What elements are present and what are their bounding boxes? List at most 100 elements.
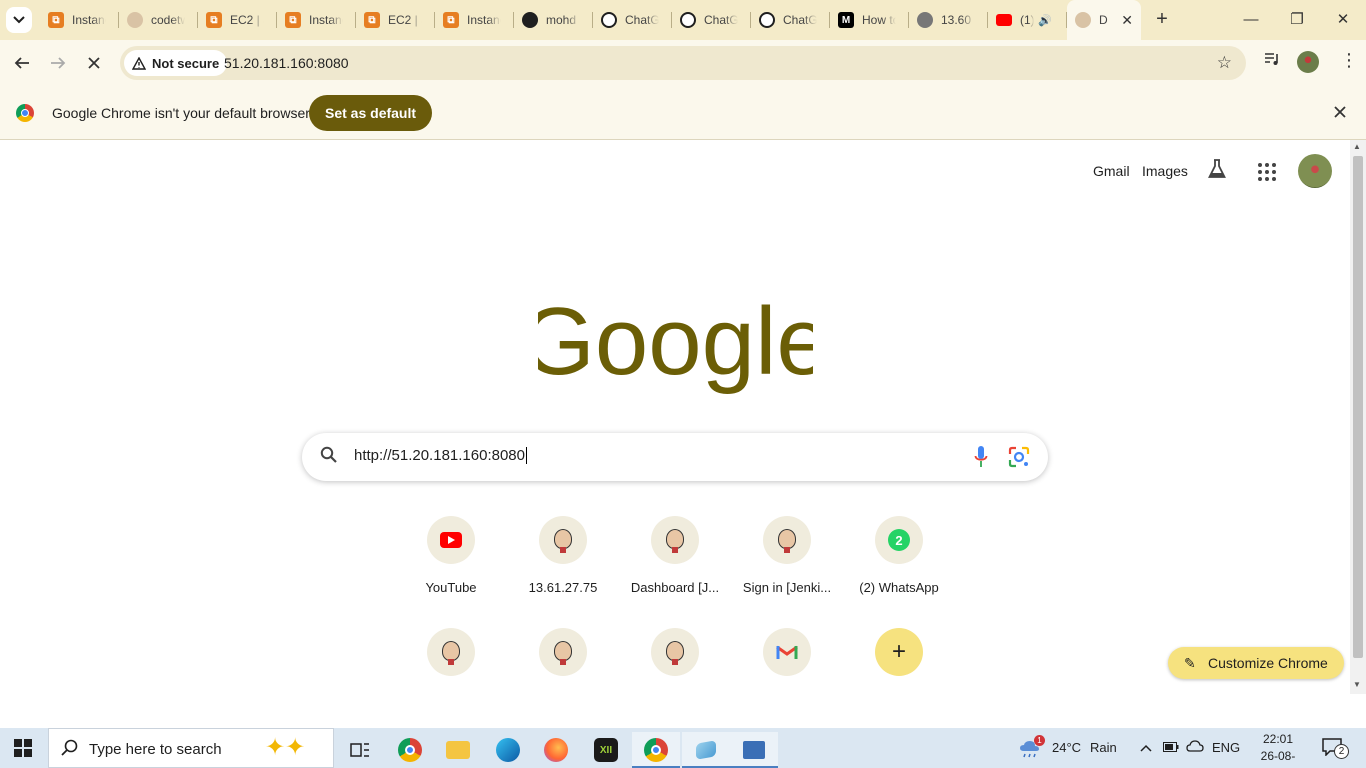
network-cloud-icon[interactable] xyxy=(1186,728,1204,768)
bookmark-star-icon[interactable]: ☆ xyxy=(1217,53,1232,73)
browser-tab[interactable]: (1) 🔊 xyxy=(988,0,1067,40)
tab-search-button[interactable] xyxy=(6,7,32,33)
maximize-button[interactable]: ❐ xyxy=(1274,0,1320,40)
security-chip[interactable]: Not secure xyxy=(124,50,228,76)
browser-tab[interactable]: M How to xyxy=(830,0,909,40)
shortcut-tile[interactable]: 13.61.27.75 xyxy=(507,511,619,623)
account-avatar[interactable] xyxy=(1298,154,1332,188)
whatsapp-badge-count: 2 xyxy=(888,529,910,551)
tab-title: ChatGPT xyxy=(783,13,817,27)
file-explorer-icon[interactable] xyxy=(434,732,482,768)
browser-tab[interactable]: codetwice xyxy=(119,0,198,40)
jenkins-icon xyxy=(127,12,143,28)
menu-kebab-icon[interactable]: ⋮ xyxy=(1340,50,1358,71)
new-tab-button[interactable]: + xyxy=(1150,8,1174,32)
url-text[interactable]: 51.20.181.160:8080 xyxy=(224,55,349,71)
google-apps-icon[interactable] xyxy=(1258,163,1276,181)
notepad-icon[interactable] xyxy=(682,732,730,768)
show-hidden-icons-icon[interactable] xyxy=(1140,728,1152,768)
address-bar[interactable]: Not secure 51.20.181.160:8080 ☆ xyxy=(120,46,1246,80)
labs-flask-icon[interactable] xyxy=(1208,159,1226,184)
scrollbar-thumb[interactable] xyxy=(1353,156,1363,658)
tab-title: 13.60 xyxy=(941,13,972,27)
browser-tab[interactable]: 13.60 xyxy=(909,0,988,40)
browser-tab[interactable]: ChatGPT xyxy=(672,0,751,40)
shortcut-tile[interactable]: YouTube xyxy=(395,511,507,623)
stop-loading-button[interactable] xyxy=(80,49,108,77)
xii-app-icon[interactable]: XII xyxy=(582,732,630,768)
google-logo-text: Google xyxy=(538,288,813,395)
shortcut-tile[interactable] xyxy=(619,623,731,735)
search-input[interactable]: http://51.20.181.160:8080 xyxy=(354,447,527,464)
shortcut-tile[interactable] xyxy=(731,623,843,735)
google-logo: Google xyxy=(538,288,813,395)
infobar-close-icon[interactable] xyxy=(1334,103,1346,123)
browser-tab[interactable]: ⧉ Instances | EC2 xyxy=(40,0,119,40)
page-scrollbar[interactable]: ▲ ▼ xyxy=(1350,140,1366,694)
aws-icon: ⧉ xyxy=(48,12,64,28)
add-shortcut-button[interactable]: + xyxy=(843,623,955,735)
browser-tab[interactable]: ⧉ EC2 | ap-south xyxy=(198,0,277,40)
search-box[interactable]: http://51.20.181.160:8080 xyxy=(302,433,1048,481)
jenkins-icon xyxy=(763,516,811,564)
shortcut-label: 13.61.27.75 xyxy=(528,580,598,595)
tab-title: mohd xyxy=(546,13,577,27)
weather-temperature[interactable]: 24°C xyxy=(1052,728,1081,768)
shortcut-label: Sign in [Jenki... xyxy=(742,580,832,595)
notification-center-icon[interactable]: 2 xyxy=(1322,738,1350,760)
firefox-icon[interactable] xyxy=(532,732,580,768)
gmail-icon xyxy=(763,628,811,676)
shortcut-tile[interactable]: Sign in [Jenki... xyxy=(731,511,843,623)
audio-playing-icon[interactable]: 🔊 xyxy=(1038,14,1052,27)
arrow-left-icon xyxy=(14,57,29,69)
taskbar-search-placeholder: Type here to search xyxy=(89,741,222,758)
browser-tab[interactable]: ⧉ EC2 | ap-south xyxy=(356,0,435,40)
browser-tab[interactable]: mohd xyxy=(514,0,593,40)
chrome-taskbar-icon[interactable] xyxy=(386,732,434,768)
aws-icon: ⧉ xyxy=(364,12,380,28)
scroll-down-icon[interactable]: ▼ xyxy=(1353,680,1361,689)
profile-avatar-small[interactable] xyxy=(1297,51,1319,73)
weather-icon[interactable] xyxy=(1018,728,1042,768)
aws-icon: ⧉ xyxy=(206,12,222,28)
tab-title: How to xyxy=(862,13,896,27)
shortcut-tile[interactable]: Dashboard [J... xyxy=(619,511,731,623)
gmail-link[interactable]: Gmail xyxy=(1093,163,1130,179)
tab-title: EC2 | ap-south xyxy=(230,13,264,27)
customize-chrome-button[interactable]: ✎ Customize Chrome xyxy=(1168,647,1344,679)
weather-condition[interactable]: Rain xyxy=(1090,728,1117,768)
tab-close-icon[interactable]: ✕ xyxy=(1121,12,1133,29)
back-button[interactable] xyxy=(8,49,36,77)
shortcut-tile[interactable] xyxy=(507,623,619,735)
voice-search-icon[interactable] xyxy=(974,445,988,469)
browser-tab[interactable]: ChatGPT xyxy=(593,0,672,40)
browser-tab[interactable]: ⧉ Instances | EC2 xyxy=(435,0,514,40)
search-highlight-icon: ✦✦ xyxy=(265,734,306,761)
windows-start-icon[interactable] xyxy=(14,739,32,757)
minimize-button[interactable]: — xyxy=(1228,0,1274,40)
language-indicator[interactable]: ENG xyxy=(1212,728,1240,768)
scroll-up-icon[interactable]: ▲ xyxy=(1353,142,1361,151)
tab-title: (1) xyxy=(1020,13,1034,27)
images-link[interactable]: Images xyxy=(1142,163,1188,179)
battery-icon[interactable] xyxy=(1163,728,1179,768)
browser-tab[interactable]: ⧉ Instances | EC2 xyxy=(277,0,356,40)
browser-tab[interactable]: D ✕ xyxy=(1067,0,1141,40)
jenkins-icon xyxy=(539,628,587,676)
remote-desktop-icon[interactable] xyxy=(730,732,778,768)
close-window-button[interactable]: ✕ xyxy=(1320,0,1366,40)
shortcut-label: YouTube xyxy=(425,580,477,595)
lens-search-icon[interactable] xyxy=(1008,446,1030,468)
system-clock[interactable]: 22:01 26-08-2024 xyxy=(1250,731,1306,768)
shortcut-tile[interactable]: 2 (2) WhatsApp xyxy=(843,511,955,623)
edge-icon[interactable] xyxy=(484,732,532,768)
task-view-icon[interactable] xyxy=(336,732,384,768)
browser-tab[interactable]: ChatGPT xyxy=(751,0,830,40)
media-control-icon[interactable] xyxy=(1264,52,1280,70)
forward-button[interactable] xyxy=(44,49,72,77)
browser-toolbar: Not secure 51.20.181.160:8080 ☆ ⋮ xyxy=(0,40,1366,86)
chrome-profile-taskbar-icon[interactable] xyxy=(632,732,680,768)
taskbar-search-box[interactable]: Type here to search ✦✦ xyxy=(48,728,334,768)
shortcut-tile[interactable] xyxy=(395,623,507,735)
set-as-default-button[interactable]: Set as default xyxy=(309,95,433,131)
